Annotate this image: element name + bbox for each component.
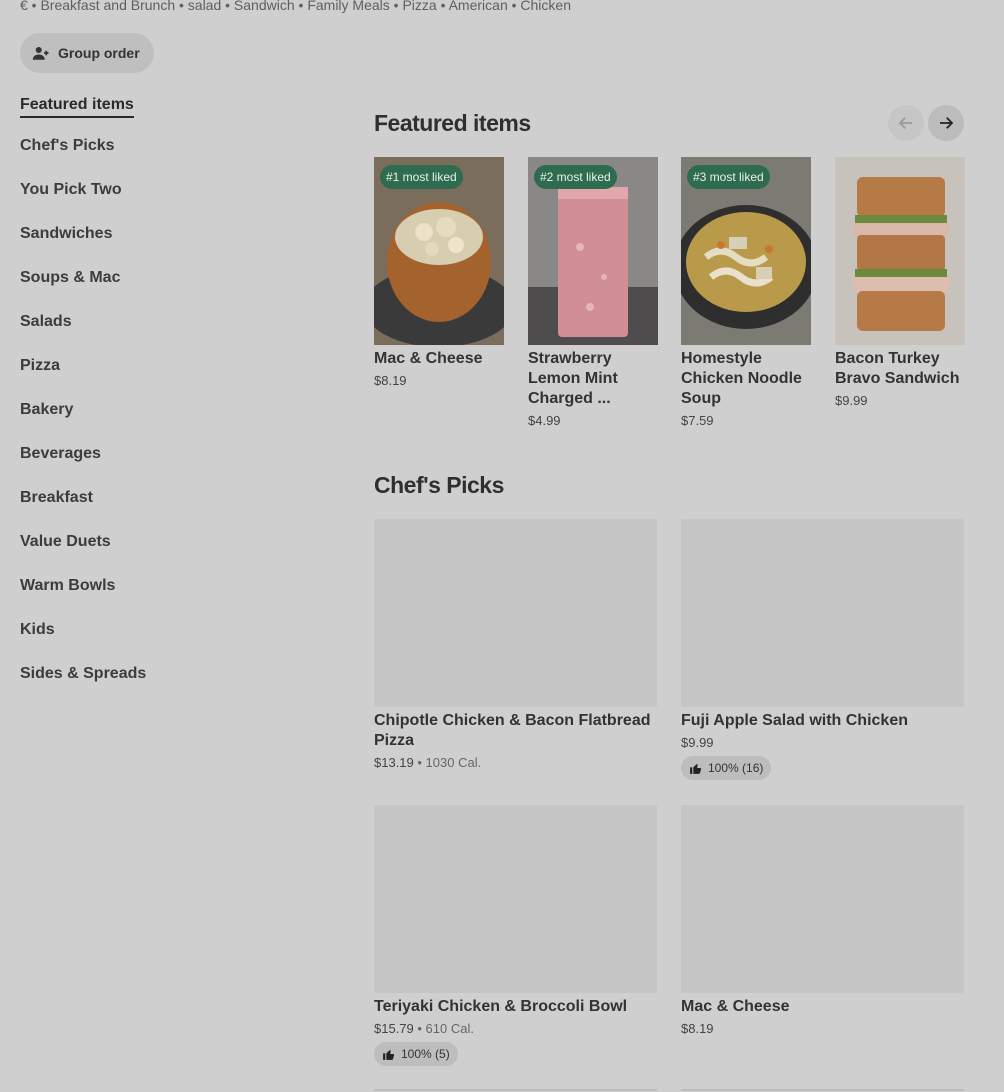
thumbs-up-icon bbox=[690, 763, 702, 774]
item-name: Fuji Apple Salad with Chicken bbox=[681, 712, 908, 729]
separator: • bbox=[413, 1021, 426, 1036]
item-image-placeholder bbox=[681, 519, 964, 707]
item-name: Mac & Cheese bbox=[374, 350, 483, 367]
item-price: $9.99 bbox=[681, 735, 714, 750]
item-price: $15.79 • 610 Cal. bbox=[374, 1021, 657, 1036]
sidebar-item-you-pick-two[interactable]: You Pick Two bbox=[20, 168, 320, 212]
chefs-pick-card[interactable]: Fuji Apple Salad with Chicken $9.99 100%… bbox=[681, 519, 964, 780]
cuisine-tags: € • Breakfast and Brunch • salad • Sandw… bbox=[20, 0, 571, 13]
carousel-prev-button[interactable] bbox=[888, 105, 924, 141]
item-image: #2 most liked bbox=[528, 157, 658, 345]
item-name: Mac & Cheese bbox=[681, 998, 790, 1015]
sidebar-item-beverages[interactable]: Beverages bbox=[20, 432, 320, 476]
item-name: Strawberry Lemon Mint Charged ... bbox=[528, 350, 618, 407]
featured-item-card[interactable]: #2 most liked Strawberry Lemon Mint Char… bbox=[528, 157, 658, 428]
item-image-placeholder bbox=[681, 805, 964, 993]
item-name: Bacon Turkey Bravo Sandwich bbox=[835, 350, 960, 387]
rating-badge: 100% (5) bbox=[374, 1042, 458, 1066]
item-price: $7.59 bbox=[681, 413, 714, 428]
group-order-button[interactable]: Group order bbox=[20, 33, 154, 73]
chefs-pick-card[interactable]: Chipotle Chicken & Bacon Flatbread Pizza… bbox=[374, 519, 657, 770]
menu-category-sidebar: Featured items Chef's Picks You Pick Two… bbox=[20, 90, 320, 696]
sidebar-item-warm-bowls[interactable]: Warm Bowls bbox=[20, 564, 320, 608]
sidebar-item-featured-items[interactable]: Featured items bbox=[20, 90, 320, 124]
featured-items-title: Featured items bbox=[374, 110, 531, 136]
add-person-icon bbox=[32, 47, 49, 60]
item-price: $4.99 bbox=[528, 413, 561, 428]
item-price: $8.19 bbox=[681, 1021, 714, 1036]
divider bbox=[681, 1089, 964, 1091]
sidebar-item-kids[interactable]: Kids bbox=[20, 608, 320, 652]
item-image: #1 most liked bbox=[374, 157, 504, 345]
item-image-placeholder bbox=[374, 519, 657, 707]
calories: 1030 Cal. bbox=[425, 755, 482, 770]
chefs-picks-title: Chef's Picks bbox=[374, 472, 504, 498]
most-liked-badge: #1 most liked bbox=[380, 165, 463, 189]
sidebar-item-sandwiches[interactable]: Sandwiches bbox=[20, 212, 320, 256]
item-image: #3 most liked bbox=[681, 157, 811, 345]
arrow-left-icon bbox=[898, 117, 912, 129]
item-name: Teriyaki Chicken & Broccoli Bowl bbox=[374, 998, 628, 1015]
divider bbox=[374, 1089, 657, 1091]
item-price: $13.19 • 1030 Cal. bbox=[374, 755, 657, 770]
sidebar-item-salads[interactable]: Salads bbox=[20, 300, 320, 344]
sidebar-item-soups-mac[interactable]: Soups & Mac bbox=[20, 256, 320, 300]
featured-item-card[interactable]: #3 most liked Homestyle Chicken Noodle S… bbox=[681, 157, 811, 428]
sidebar-item-sides-spreads[interactable]: Sides & Spreads bbox=[20, 652, 320, 696]
sidebar-item-bakery[interactable]: Bakery bbox=[20, 388, 320, 432]
item-name: Homestyle Chicken Noodle Soup bbox=[681, 350, 802, 407]
price-value: $15.79 bbox=[374, 1021, 414, 1036]
carousel-next-button[interactable] bbox=[928, 105, 964, 141]
sidebar-item-value-duets[interactable]: Value Duets bbox=[20, 520, 320, 564]
chefs-pick-card[interactable]: Teriyaki Chicken & Broccoli Bowl $15.79 … bbox=[374, 805, 657, 1066]
arrow-right-icon bbox=[940, 117, 954, 129]
featured-item-card[interactable]: Bacon Turkey Bravo Sandwich $9.99 bbox=[835, 157, 965, 408]
sidebar-item-pizza[interactable]: Pizza bbox=[20, 344, 320, 388]
chefs-pick-card[interactable]: Mac & Cheese $8.19 bbox=[681, 805, 964, 1036]
most-liked-badge: #3 most liked bbox=[687, 165, 770, 189]
rating-value: 100% (5) bbox=[401, 1047, 450, 1061]
most-liked-badge: #2 most liked bbox=[534, 165, 617, 189]
item-price: $8.19 bbox=[374, 373, 407, 388]
item-image-placeholder bbox=[374, 805, 657, 993]
item-image bbox=[835, 157, 965, 345]
rating-value: 100% (16) bbox=[708, 761, 764, 775]
sidebar-item-chefs-picks[interactable]: Chef's Picks bbox=[20, 124, 320, 168]
item-price: $9.99 bbox=[835, 393, 868, 408]
featured-item-card[interactable]: #1 most liked Mac & Cheese $8.19 bbox=[374, 157, 504, 388]
price-value: $13.19 bbox=[374, 755, 414, 770]
rating-badge: 100% (16) bbox=[681, 756, 772, 780]
group-order-label: Group order bbox=[58, 45, 140, 61]
item-name: Chipotle Chicken & Bacon Flatbread Pizza bbox=[374, 712, 651, 749]
calories: 610 Cal. bbox=[425, 1021, 474, 1036]
thumbs-up-icon bbox=[383, 1049, 395, 1060]
separator: • bbox=[413, 755, 426, 770]
sidebar-item-breakfast[interactable]: Breakfast bbox=[20, 476, 320, 520]
